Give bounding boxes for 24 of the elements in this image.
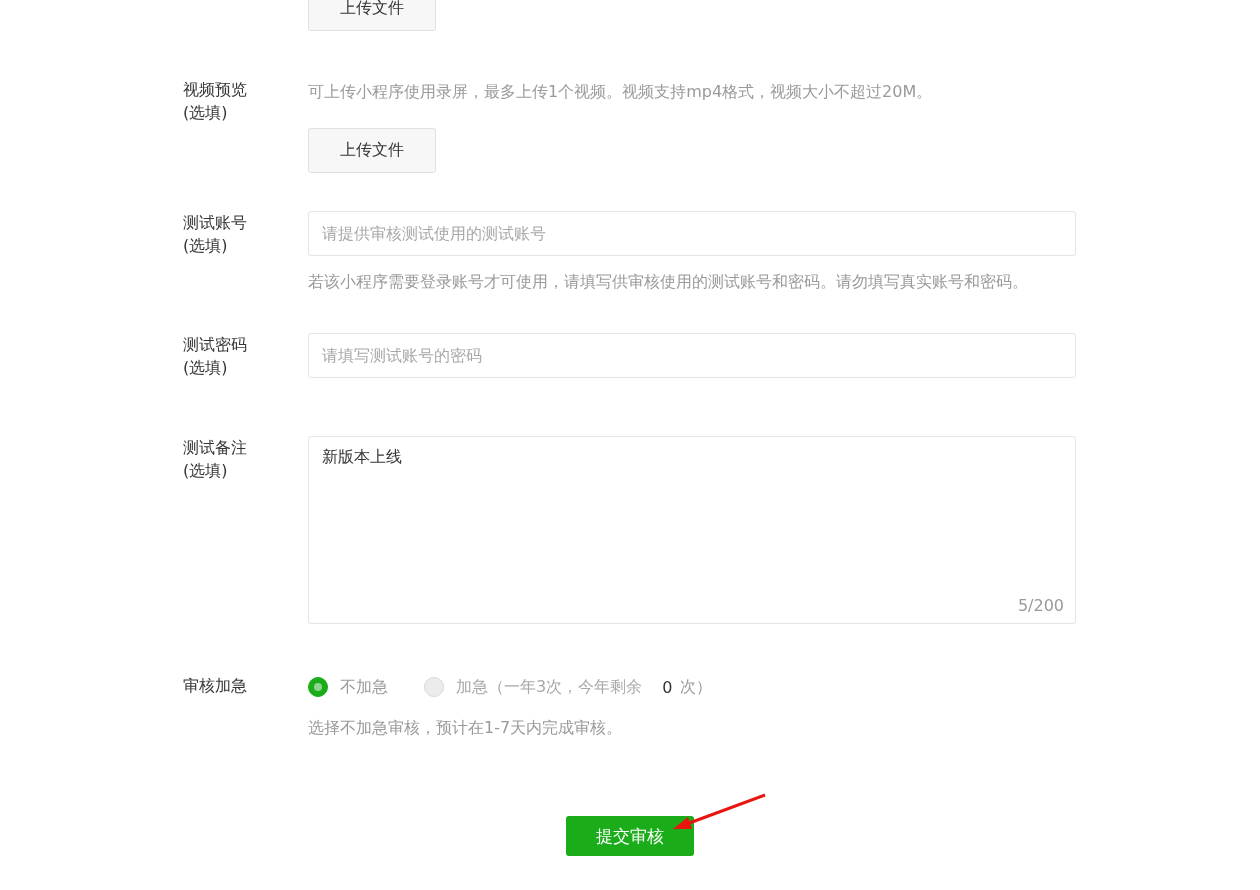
- optional-label: (选填): [183, 357, 229, 379]
- option-label: 不加急: [340, 676, 388, 698]
- notes-text-area[interactable]: 新版本上线 5/200: [308, 436, 1076, 624]
- upload-file-button[interactable]: 上传文件: [308, 128, 436, 173]
- character-counter: 5/200: [1017, 596, 1064, 615]
- radio-button[interactable]: [308, 677, 328, 697]
- field-label: 视频预览: [183, 79, 248, 101]
- account-input-field[interactable]: 请提供审核测试使用的测试账号: [308, 211, 1076, 256]
- optional-label: (选填): [183, 102, 229, 124]
- field-label: 测试备注: [183, 437, 248, 459]
- optional-label: (选填): [183, 235, 229, 257]
- field-label: 测试密码: [183, 334, 248, 356]
- hint-text: 选择不加急审核，预计在1-7天内完成审核。: [308, 717, 624, 739]
- notes-text: 新版本上线: [322, 447, 402, 466]
- remaining-count: 0: [662, 677, 673, 697]
- upload-file-button[interactable]: 上传文件: [308, 0, 436, 31]
- option-label: 次）: [680, 676, 713, 698]
- hint-text: 若该小程序需要登录账号才可使用，请填写供审核使用的测试账号和密码。请勿填写真实账号和密码。: [308, 271, 1029, 293]
- optional-label: (选填): [183, 460, 229, 482]
- option-label: 加急（一年3次，今年剩余: [456, 676, 643, 698]
- password-input-field[interactable]: 请填写测试账号的密码: [308, 333, 1076, 378]
- field-label: 测试账号: [183, 212, 248, 234]
- field-label: 审核加急: [183, 675, 248, 697]
- hint-text: 可上传小程序使用录屏，最多上传1个视频。视频支持mp4格式，视频大小不超过20M。: [308, 81, 934, 103]
